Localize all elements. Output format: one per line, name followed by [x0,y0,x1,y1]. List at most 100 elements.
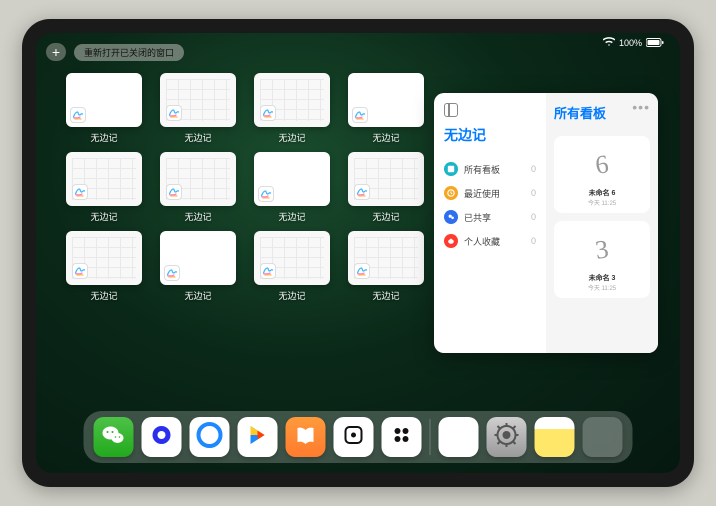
thumb-label: 无边记 [372,289,399,302]
thumb-preview [66,152,142,206]
window-thumbnail[interactable]: 无边记 [158,73,238,144]
panel-boards: 所有看板 6 未命名 6 今天 11:25 3 未命名 3 今天 11:25 [546,93,658,353]
status-bar: 100% [603,37,664,49]
window-thumbnail[interactable]: 无边记 [64,73,144,144]
thumb-preview [254,73,330,127]
wechat-icon [101,422,127,453]
filter-label: 已共享 [464,211,491,224]
thumb-preview [160,73,236,127]
window-thumbnail[interactable]: 无边记 [158,152,238,223]
screen: 100% + 重新打开已关闭的窗口 无边记 无边记 无边记 无边记 无边记 [36,33,680,473]
thumb-label: 无边记 [278,289,305,302]
dice-icon [343,424,365,451]
freeform-app-icon [260,263,276,279]
new-window-button[interactable]: + [46,43,66,61]
window-thumbnail[interactable]: 无边记 [252,73,332,144]
panel-sidebar: 无边记 所有看板 0 最近使用 0 已共享 0 个人收藏 0 [434,93,546,353]
thumb-label: 无边记 [278,210,305,223]
freeform-app-icon [72,263,88,279]
dock-app-dots4[interactable] [382,417,422,457]
thumb-label: 无边记 [278,131,305,144]
thumb-preview [254,152,330,206]
thumb-label: 无边记 [90,289,117,302]
filter-label: 所有看板 [464,163,500,176]
board-date: 今天 11:25 [588,198,616,207]
board-date: 今天 11:25 [588,283,616,292]
filter-label: 最近使用 [464,187,500,200]
freeform-app-icon [354,184,370,200]
window-thumbnail[interactable]: 无边记 [64,152,144,223]
thumb-label: 无边记 [184,289,211,302]
filter-count: 0 [531,164,536,174]
freeform-app-icon [70,107,86,123]
dock-app-quark[interactable] [142,417,182,457]
dock-app-notes[interactable] [535,417,575,457]
ipad-frame: 100% + 重新打开已关闭的窗口 无边记 无边记 无边记 无边记 无边记 [22,19,694,487]
filter-所有看板[interactable]: 所有看板 0 [444,157,536,181]
sidebar-toggle-icon[interactable] [444,103,458,117]
thumb-preview [66,231,142,285]
dock [84,411,633,463]
filter-已共享[interactable]: 已共享 0 [444,205,536,229]
freeform-app-icon [354,263,370,279]
dock-app-folder[interactable] [583,417,623,457]
thumb-label: 无边记 [372,131,399,144]
thumb-label: 无边记 [184,210,211,223]
board-card[interactable]: 3 未命名 3 今天 11:25 [554,221,650,298]
filter-个人收藏[interactable]: 个人收藏 0 [444,229,536,253]
dots4-icon [391,424,413,451]
filter-icon [444,162,458,176]
board-preview: 6 [571,138,633,191]
thumb-label: 无边记 [90,210,117,223]
window-thumbnail[interactable]: 无边记 [346,73,426,144]
dock-app-books[interactable] [286,417,326,457]
thumb-label: 无边记 [372,210,399,223]
dock-app-settings[interactable] [487,417,527,457]
filter-count: 0 [531,188,536,198]
window-thumbnail[interactable]: 无边记 [346,152,426,223]
thumb-preview [348,73,424,127]
window-thumbnail[interactable]: 无边记 [252,231,332,302]
thumb-label: 无边记 [184,131,211,144]
topbar: + 重新打开已关闭的窗口 [46,43,184,61]
filter-icon [444,186,458,200]
dock-app-wechat[interactable] [94,417,134,457]
board-card[interactable]: 6 未命名 6 今天 11:25 [554,136,650,213]
board-preview: 3 [571,223,633,276]
thumb-preview [348,231,424,285]
freeform-app-icon [260,105,276,121]
settings-icon [494,422,520,453]
thumb-preview [160,231,236,285]
window-thumbnail[interactable]: 无边记 [64,231,144,302]
thumb-preview [254,231,330,285]
quark-icon [149,422,175,453]
dock-app-freeform[interactable] [439,417,479,457]
filter-最近使用[interactable]: 最近使用 0 [444,181,536,205]
window-thumbnail[interactable]: 无边记 [158,231,238,302]
freeform-app-icon [166,105,182,121]
reopen-closed-window-button[interactable]: 重新打开已关闭的窗口 [74,44,184,61]
battery-icon [646,38,664,49]
window-thumbnail[interactable]: 无边记 [346,231,426,302]
thumb-preview [160,152,236,206]
dock-separator [430,419,431,455]
wifi-icon [603,37,615,49]
freeform-app-icon [258,186,274,202]
filter-icon [444,210,458,224]
freeform-app-icon [164,265,180,281]
filter-label: 个人收藏 [464,235,500,248]
filter-count: 0 [531,212,536,222]
thumb-preview [348,152,424,206]
filter-icon [444,234,458,248]
thumb-label: 无边记 [90,131,117,144]
dock-app-dice[interactable] [334,417,374,457]
dock-app-qq[interactable] [190,417,230,457]
freeform-app-icon [72,184,88,200]
window-thumbnail[interactable]: 无边记 [252,152,332,223]
dock-app-play[interactable] [238,417,278,457]
panel-app-title: 无边记 [444,125,536,145]
more-icon[interactable]: ••• [632,99,650,115]
freeform-app-icon [166,184,182,200]
freeform-app-icon [352,107,368,123]
freeform-panel[interactable]: ••• 无边记 所有看板 0 最近使用 0 已共享 0 个人收藏 0 所有 [434,93,658,353]
